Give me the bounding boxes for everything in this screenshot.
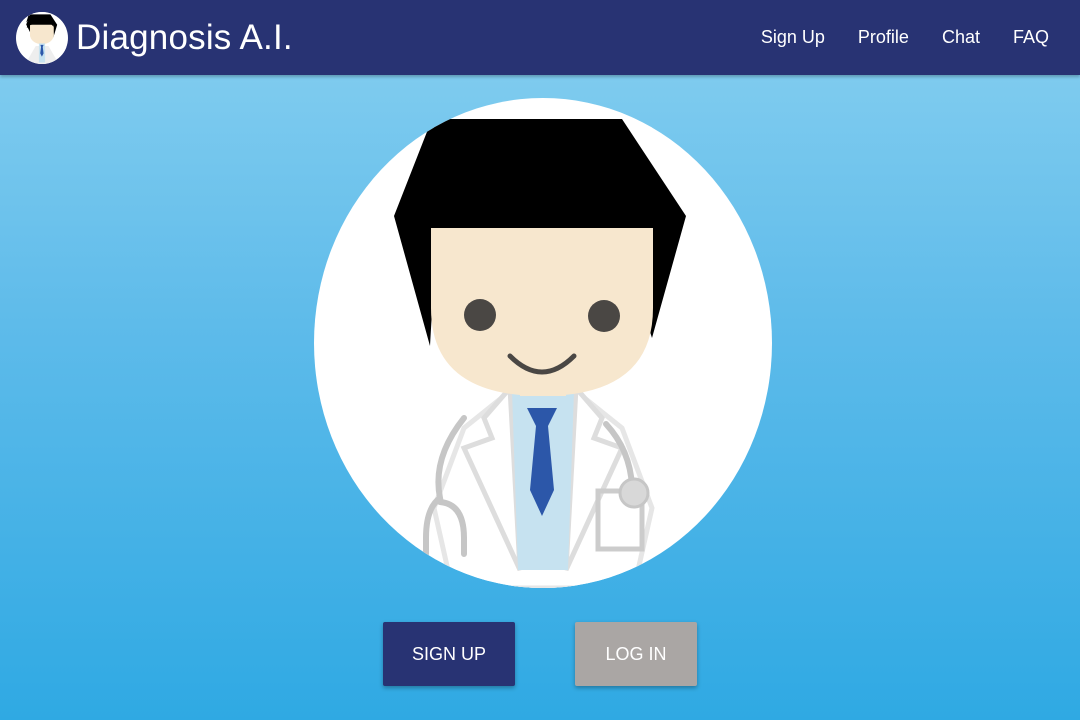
brand-title: Diagnosis A.I. — [76, 18, 293, 57]
nav-links: Sign Up Profile Chat FAQ — [761, 0, 1080, 75]
brand-link[interactable]: Diagnosis A.I. — [16, 11, 293, 65]
doctor-avatar-icon — [16, 12, 68, 64]
log-in-button[interactable]: Log In — [575, 622, 697, 686]
doctor-avatar-icon — [394, 119, 686, 588]
nav-link-profile[interactable]: Profile — [858, 27, 909, 48]
sign-up-button[interactable]: Sign Up — [383, 622, 515, 686]
nav-link-chat[interactable]: Chat — [942, 27, 980, 48]
hero-avatar — [314, 98, 772, 588]
nav-link-sign-up[interactable]: Sign Up — [761, 27, 825, 48]
navbar: Diagnosis A.I. Sign Up Profile Chat FAQ — [0, 0, 1080, 75]
nav-link-faq[interactable]: FAQ — [1013, 27, 1049, 48]
